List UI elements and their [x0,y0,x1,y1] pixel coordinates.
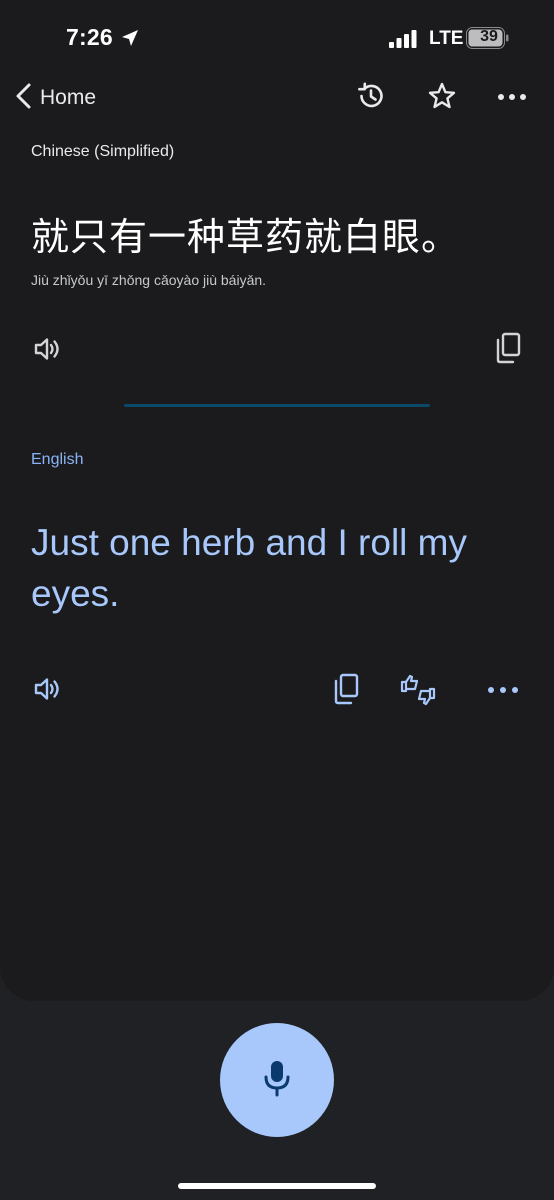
target-language-label: English [31,451,84,468]
source-listen-button[interactable] [31,334,65,368]
back-button[interactable]: Home [14,82,96,114]
status-time: 7:26 [66,24,113,50]
thumbs-up-down-icon [399,673,437,712]
battery-level: 39 [480,28,498,45]
screen: 7:26 LTE 39 Home Chinese (Simplified) 就只… [0,0,554,1200]
translation-listen-button[interactable] [31,674,65,708]
chevron-left-icon [14,82,34,115]
source-romanization: Jiù zhǐyǒu yī zhǒng cǎoyào jiù báiyǎn. [31,272,267,288]
copy-icon [494,332,522,369]
location-arrow-icon [120,28,140,53]
history-icon [356,81,386,116]
speaker-icon [33,675,63,708]
translated-text[interactable]: Just one herb and I roll my eyes. [31,517,521,619]
copy-icon [332,673,360,710]
translation-more-button[interactable] [486,683,520,699]
source-text[interactable]: 就只有一种草药就白眼。 [31,206,460,261]
star-icon [427,81,457,116]
translation-card: 7:26 LTE 39 Home Chinese (Simplified) 就只… [0,0,554,1001]
microphone-icon [261,1058,293,1103]
section-divider [124,404,430,407]
more-horizontal-icon [487,682,519,700]
microphone-button[interactable] [220,1023,334,1137]
network-label: LTE [429,28,464,49]
history-button[interactable] [355,82,387,114]
signal-icon [389,30,419,53]
favorite-button[interactable] [426,82,458,114]
back-label: Home [40,86,97,109]
source-language-label: Chinese (Simplified) [31,143,175,160]
speaker-icon [33,335,63,368]
home-indicator[interactable] [178,1183,376,1189]
translation-copy-button[interactable] [329,673,363,709]
more-options-button[interactable] [496,82,528,114]
source-copy-button[interactable] [491,332,525,369]
rate-translation-button[interactable] [398,674,438,710]
more-horizontal-icon [497,89,527,107]
